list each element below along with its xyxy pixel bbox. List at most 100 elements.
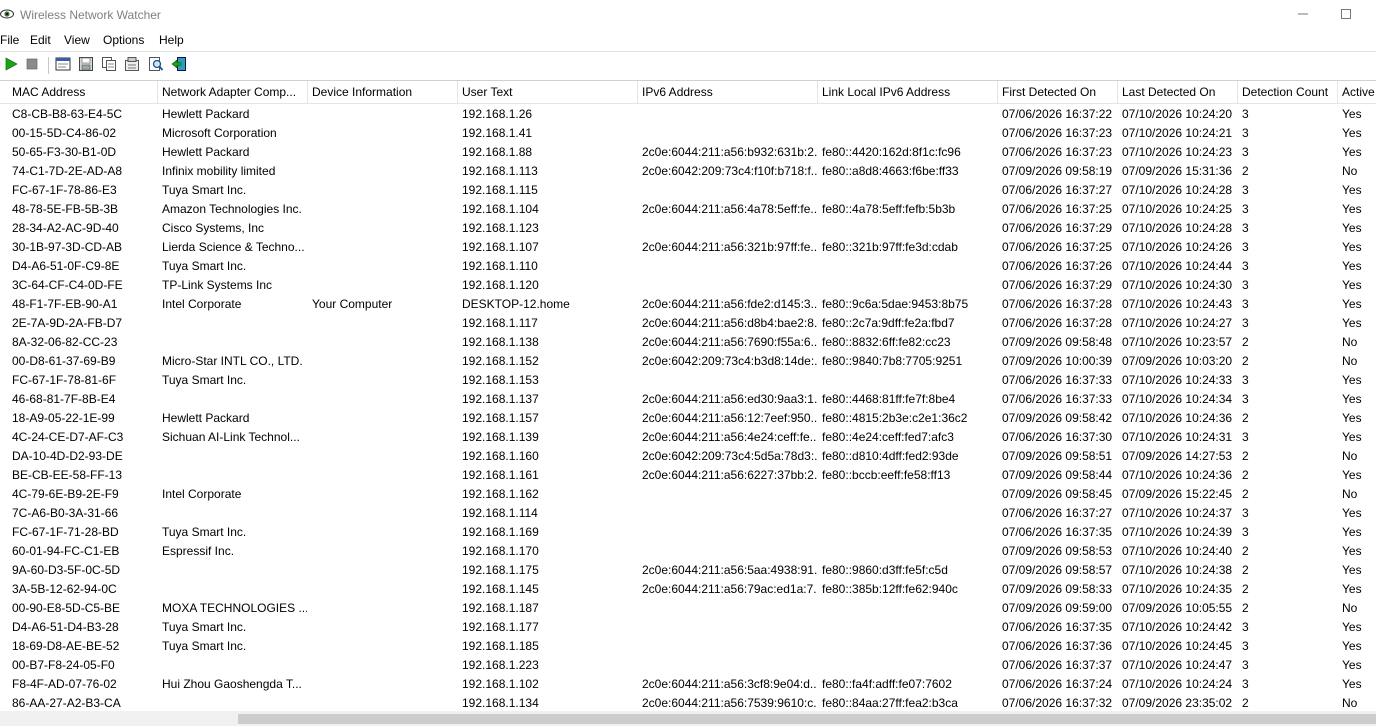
table-row[interactable]: 8A-32-06-82-CC-23 192.168.1.138 2c0e:6044:… <box>0 333 1376 352</box>
copy-button[interactable] <box>100 56 118 74</box>
table-row[interactable]: 60-01-94-FC-C1-EB Espressif Inc. 192.168.1… <box>0 542 1376 561</box>
column-header-detection-count[interactable]: Detection Count <box>1238 81 1338 103</box>
mac-address-cell: 7C-A6-B0-3A-31-66 <box>12 506 119 520</box>
mac-address-cell: D4-A6-51-D4-B3-28 <box>12 620 119 634</box>
menu-file[interactable]: File <box>0 33 19 47</box>
table-row[interactable]: 00-D8-61-37-69-B9 Micro-Star INTL CO., LT… <box>0 352 1376 371</box>
properties-button[interactable] <box>123 56 141 74</box>
mac-address-cell: F8-4F-AD-07-76-02 <box>12 677 117 691</box>
device-info-cell <box>312 276 457 295</box>
device-info-cell <box>312 181 457 200</box>
table-row[interactable]: 9A-60-D3-5F-0C-5D 192.168.1.175 2c0e:6044:… <box>0 561 1376 580</box>
table-row[interactable]: C8-CB-B8-63-E4-5C Hewlett Packard 192.168.… <box>0 105 1376 124</box>
table-row[interactable]: 3C-64-CF-C4-0D-FE TP-Link Systems Inc 192.… <box>0 276 1376 295</box>
ipv6-address-cell: 2c0e:6044:211:a56:5aa:4938:91... <box>642 563 817 577</box>
user-text-cell: 192.168.1.223 <box>462 658 539 672</box>
table-row[interactable]: 18-69-D8-AE-BE-52 Tuya Smart Inc. 192.168.… <box>0 637 1376 656</box>
table-row[interactable]: 50-65-F3-30-B1-0D Hewlett Packard 192.168.… <box>0 143 1376 162</box>
start-scan-button[interactable] <box>2 56 20 74</box>
column-header-last-detected-on[interactable]: Last Detected On <box>1118 81 1238 103</box>
column-header-active[interactable]: Active <box>1338 81 1376 103</box>
menu-help[interactable]: Help <box>159 33 184 47</box>
menu-view[interactable]: View <box>64 33 90 47</box>
mac-address-cell: 00-B7-F8-24-05-F0 <box>12 658 115 672</box>
scrollbar-thumb[interactable] <box>238 714 1376 724</box>
active-cell: Yes <box>1342 544 1362 558</box>
table-row[interactable]: DA-10-4D-D2-93-DE 192.168.1.160 2c0e:6042:… <box>0 447 1376 466</box>
adapter-company-cell: Hui Zhou Gaoshengda T... <box>162 677 302 691</box>
table-row[interactable]: 00-B7-F8-24-05-F0 192.168.1.223 07/06/2026… <box>0 656 1376 675</box>
table-row[interactable]: BE-CB-EE-58-FF-13 192.168.1.161 2c0e:6044:… <box>0 466 1376 485</box>
table-row[interactable]: 74-C1-7D-2E-AD-A8 Infinix mobility limite… <box>0 162 1376 181</box>
ipv6-address-cell: 2c0e:6044:211:a56:79ac:ed1a:7... <box>642 582 817 596</box>
table-row[interactable]: 86-AA-27-A2-B3-CA 192.168.1.134 2c0e:6044:… <box>0 694 1376 711</box>
table-row[interactable]: 46-68-81-7F-8B-E4 192.168.1.137 2c0e:6044:… <box>0 390 1376 409</box>
table-row[interactable]: 00-15-5D-C4-86-02 Microsoft Corporation 19… <box>0 124 1376 143</box>
table-row[interactable]: 00-90-E8-5D-C5-BE MOXA TECHNOLOGIES ... 19… <box>0 599 1376 618</box>
save-button[interactable] <box>77 56 95 74</box>
stop-scan-button[interactable] <box>23 56 41 74</box>
mac-address-cell: 60-01-94-FC-C1-EB <box>12 544 120 558</box>
detection-count-cell: 3 <box>1242 107 1249 121</box>
adapter-company-cell <box>162 561 307 580</box>
table-row[interactable]: FC-67-1F-78-81-6F Tuya Smart Inc. 192.168.… <box>0 371 1376 390</box>
active-cell: Yes <box>1342 620 1362 634</box>
user-text-cell: 192.168.1.145 <box>462 582 539 596</box>
mac-address-cell: 2E-7A-9D-2A-FB-D7 <box>12 316 123 330</box>
table-row[interactable]: 3A-5B-12-62-94-0C 192.168.1.145 2c0e:6044:… <box>0 580 1376 599</box>
column-header-first-detected-on[interactable]: First Detected On <box>998 81 1118 103</box>
column-header-ipv6-address[interactable]: IPv6 Address <box>638 81 818 103</box>
table-row[interactable]: 48-78-5E-FB-5B-3B Amazon Technologies Inc… <box>0 200 1376 219</box>
last-detected-cell: 07/10/2026 10:24:35 <box>1122 582 1233 596</box>
user-text-cell: 192.168.1.88 <box>462 145 533 159</box>
horizontal-scrollbar[interactable] <box>0 711 1376 726</box>
table-row[interactable]: 7C-A6-B0-3A-31-66 192.168.1.114 07/06/2026… <box>0 504 1376 523</box>
mac-address-cell: 30-1B-97-3D-CD-AB <box>12 240 123 254</box>
adapter-company-cell <box>162 390 307 409</box>
exit-button[interactable] <box>170 56 188 74</box>
detection-count-cell: 2 <box>1242 487 1249 501</box>
menu-edit[interactable]: Edit <box>30 33 51 47</box>
table-row[interactable]: FC-67-1F-78-86-E3 Tuya Smart Inc. 192.168.… <box>0 181 1376 200</box>
column-header-device-information[interactable]: Device Information <box>308 81 458 103</box>
user-text-cell: 192.168.1.153 <box>462 373 539 387</box>
mac-address-cell: 8A-32-06-82-CC-23 <box>12 335 118 349</box>
last-detected-cell: 07/10/2026 10:24:38 <box>1122 563 1233 577</box>
table-row[interactable]: 4C-79-6E-B9-2E-F9 Intel Corporate 192.168.… <box>0 485 1376 504</box>
column-header-mac-address[interactable]: MAC Address <box>8 81 158 103</box>
ipv6-address-cell: 2c0e:6044:211:a56:12:7eef:950... <box>642 411 817 425</box>
menu-options[interactable]: Options <box>103 33 144 47</box>
device-info-cell <box>312 428 457 447</box>
maximize-button[interactable] <box>1323 0 1369 30</box>
table-row[interactable]: D4-A6-51-0F-C9-8E Tuya Smart Inc. 192.168.… <box>0 257 1376 276</box>
detection-count-cell: 3 <box>1242 639 1249 653</box>
table-row[interactable]: 30-1B-97-3D-CD-AB Lierda Science & Techno… <box>0 238 1376 257</box>
table-row[interactable]: 28-34-A2-AC-9D-40 Cisco Systems, Inc 192.1… <box>0 219 1376 238</box>
link-local-ipv6-cell <box>822 656 997 675</box>
table-row[interactable]: 4C-24-CE-D7-AF-C3 Sichuan AI-Link Technol… <box>0 428 1376 447</box>
html-report-button[interactable] <box>54 56 72 74</box>
last-detected-cell: 07/10/2026 10:24:34 <box>1122 392 1233 406</box>
adapter-company-cell: Sichuan AI-Link Technol... <box>162 430 300 444</box>
adapter-company-cell: Tuya Smart Inc. <box>162 525 247 539</box>
minimize-button[interactable] <box>1280 0 1326 30</box>
column-header-link-local-ipv6-address[interactable]: Link Local IPv6 Address <box>818 81 998 103</box>
user-text-cell: 192.168.1.187 <box>462 601 539 615</box>
adapter-company-cell: Lierda Science & Techno... <box>162 240 305 254</box>
mac-address-cell: BE-CB-EE-58-FF-13 <box>12 468 123 482</box>
mac-address-cell: 9A-60-D3-5F-0C-5D <box>12 563 121 577</box>
table-row[interactable]: 48-F1-7F-EB-90-A1 Intel Corporate Your Com… <box>0 295 1376 314</box>
window-title: Wireless Network Watcher <box>20 8 161 22</box>
column-header-user-text[interactable]: User Text <box>458 81 638 103</box>
column-header-network-adapter-company[interactable]: Network Adapter Comp... <box>158 81 308 103</box>
table-row[interactable]: FC-67-1F-71-28-BD Tuya Smart Inc. 192.168.… <box>0 523 1376 542</box>
adapter-company-cell <box>162 466 307 485</box>
active-cell: Yes <box>1342 392 1362 406</box>
find-button[interactable] <box>147 56 165 74</box>
device-info-cell <box>312 238 457 257</box>
table-row[interactable]: 18-A9-05-22-1E-99 Hewlett Packard 192.168.… <box>0 409 1376 428</box>
table-row[interactable]: 2E-7A-9D-2A-FB-D7 192.168.1.117 2c0e:6044:… <box>0 314 1376 333</box>
table-row[interactable]: F8-4F-AD-07-76-02 Hui Zhou Gaoshengda T..… <box>0 675 1376 694</box>
link-local-ipv6-cell: fe80::9860:d3ff:fe5f:c5d <box>822 563 948 577</box>
table-row[interactable]: D4-A6-51-D4-B3-28 Tuya Smart Inc. 192.168.… <box>0 618 1376 637</box>
